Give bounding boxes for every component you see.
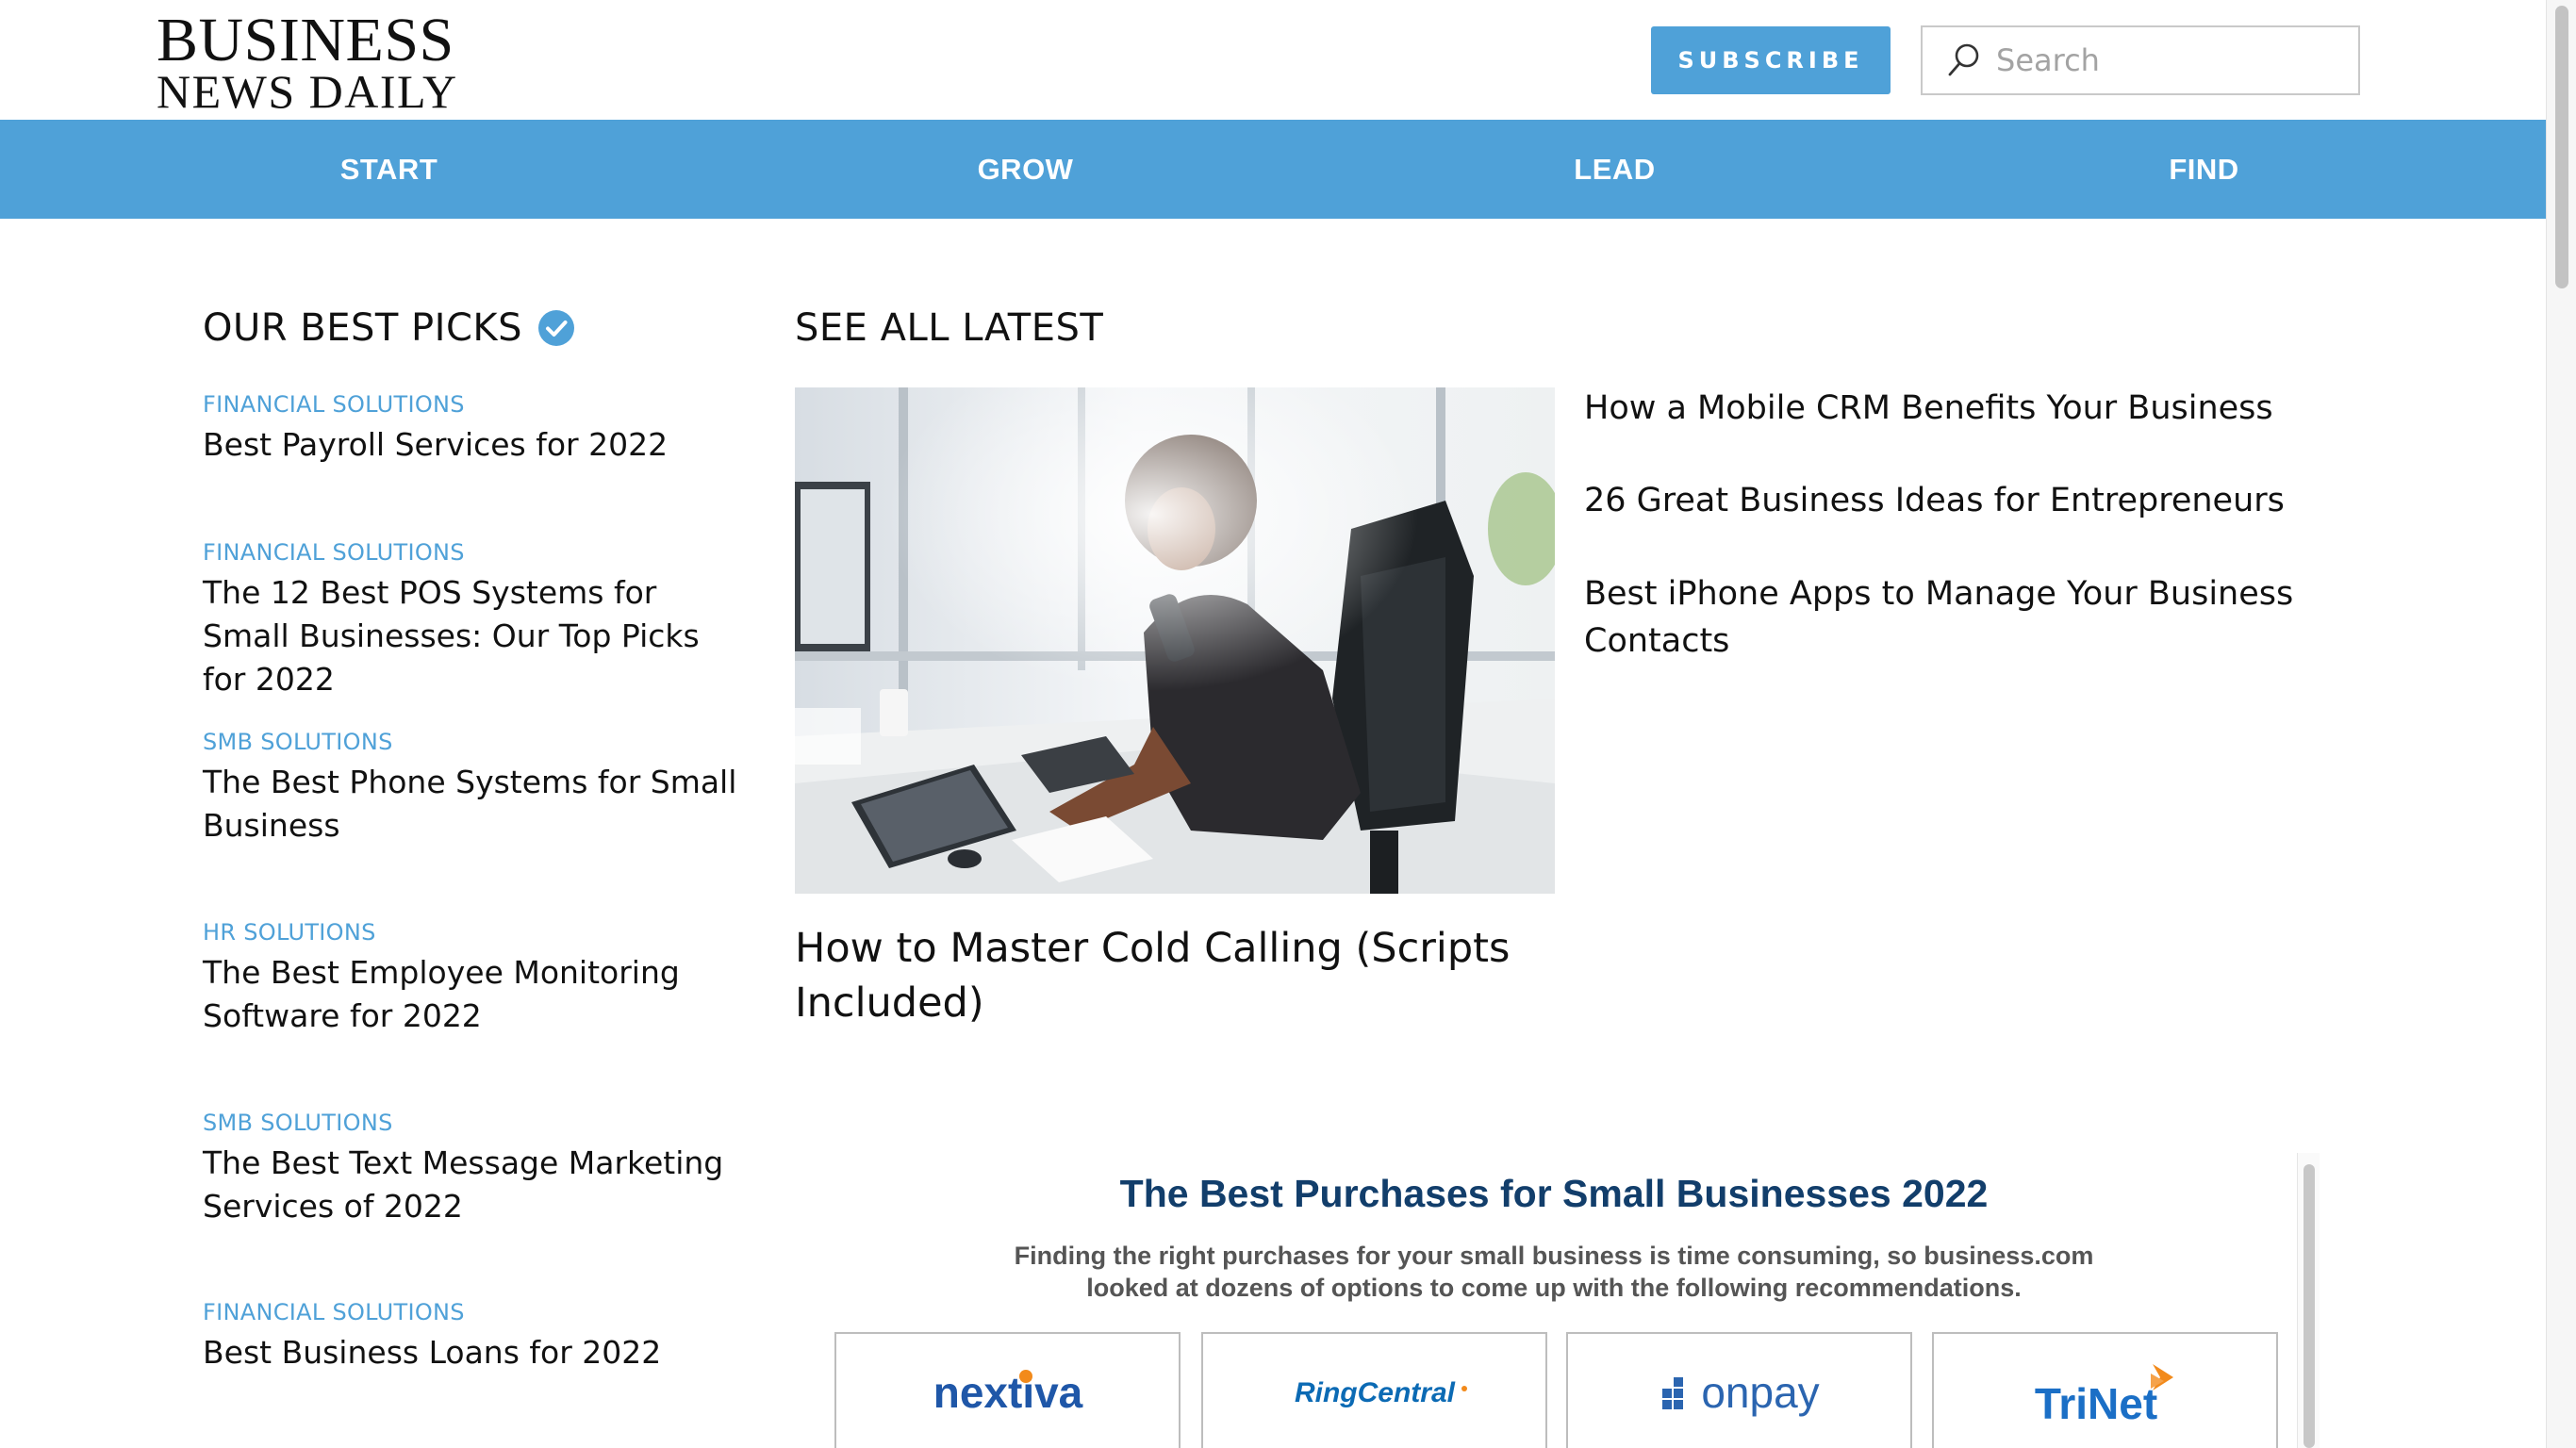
logo-line-2: NEWS DAILY	[157, 65, 458, 118]
widget-scrollbar-thumb[interactable]	[2304, 1164, 2315, 1448]
onpay-logo-text: onpay	[1701, 1368, 1819, 1417]
verified-check-icon	[538, 310, 574, 346]
pick-item[interactable]: SMB SOLUTIONS The Best Text Message Mark…	[203, 1108, 750, 1228]
widget-subtitle-line-2: looked at dozens of options to come up w…	[1086, 1274, 2022, 1302]
nav-item-lead[interactable]: LEAD	[1320, 120, 1909, 219]
search-box[interactable]	[1921, 25, 2360, 95]
latest-article-link[interactable]: Best iPhone Apps to Manage Your Business…	[1584, 570, 2320, 665]
pick-category[interactable]: HR SOLUTIONS	[203, 917, 750, 947]
site-logo[interactable]: BUSINESS NEWS DAILY	[157, 6, 458, 118]
nav-item-find[interactable]: FIND	[1909, 120, 2546, 219]
pick-category[interactable]: SMB SOLUTIONS	[203, 1108, 750, 1138]
trinet-logo-text: TriNet	[2034, 1379, 2156, 1428]
nextiva-logo-text: nextiva	[933, 1368, 1082, 1417]
site-header: BUSINESS NEWS DAILY SUBSCRIBE	[0, 0, 2546, 120]
latest-section-heading[interactable]: SEE ALL LATEST	[795, 306, 1103, 350]
pick-title-link[interactable]: Best Business Loans for 2022	[203, 1331, 750, 1374]
logo-line-1: BUSINESS	[157, 6, 454, 74]
widget-subtitle: Finding the right purchases for your sma…	[983, 1240, 2124, 1304]
nav-item-start[interactable]: START	[0, 120, 684, 219]
widget-subtitle-line-1: Finding the right purchases for your sma…	[1014, 1242, 2094, 1270]
subscribe-button[interactable]: SUBSCRIBE	[1651, 26, 1891, 94]
office-photo-illustration	[795, 387, 1555, 894]
ringcentral-logo: RingCentral	[1294, 1377, 1467, 1408]
featured-article-title[interactable]: How to Master Cold Calling (Scripts Incl…	[795, 921, 1568, 1030]
best-picks-section: OUR BEST PICKS FINANCIAL SOLUTIONS Best …	[203, 306, 768, 1371]
nav-item-grow[interactable]: GROW	[684, 120, 1320, 219]
pick-title-link[interactable]: The 12 Best POS Systems for Small Busine…	[203, 571, 750, 701]
vendor-card-trinet[interactable]: TriNet	[1932, 1332, 2278, 1448]
pick-title-link[interactable]: The Best Employee Monitoring Software fo…	[203, 951, 750, 1038]
main-nav: START GROW LEAD FIND	[0, 120, 2546, 219]
pick-title-link[interactable]: The Best Phone Systems for Small Busines…	[203, 761, 750, 847]
best-picks-heading: OUR BEST PICKS	[203, 306, 768, 350]
widget-title: The Best Purchases for Small Businesses …	[1119, 1172, 1989, 1215]
pick-title-link[interactable]: The Best Text Message Marketing Services…	[203, 1142, 750, 1228]
pick-item[interactable]: FINANCIAL SOLUTIONS The 12 Best POS Syst…	[203, 537, 750, 701]
pick-title-link[interactable]: Best Payroll Services for 2022	[203, 423, 668, 467]
best-picks-title: OUR BEST PICKS	[203, 306, 522, 350]
search-icon	[1948, 43, 1979, 76]
pick-item[interactable]: FINANCIAL SOLUTIONS Best Payroll Service…	[203, 389, 668, 467]
vendor-card-onpay[interactable]: onpay	[1566, 1332, 1912, 1448]
pick-item[interactable]: SMB SOLUTIONS The Best Phone Systems for…	[203, 727, 750, 847]
pick-item[interactable]: FINANCIAL SOLUTIONS Best Business Loans …	[203, 1297, 750, 1374]
featured-article-image[interactable]	[795, 387, 1555, 894]
latest-title[interactable]: SEE ALL LATEST	[795, 306, 1103, 350]
latest-article-link[interactable]: How a Mobile CRM Benefits Your Business	[1584, 385, 2338, 432]
vendor-card-nextiva[interactable]: nextiva	[834, 1332, 1181, 1448]
pick-category[interactable]: FINANCIAL SOLUTIONS	[203, 1297, 750, 1327]
vendor-card-ringcentral[interactable]: RingCentral	[1201, 1332, 1547, 1448]
pick-category[interactable]: SMB SOLUTIONS	[203, 727, 750, 757]
ringcentral-logo-text: RingCentral	[1294, 1377, 1455, 1408]
latest-article-link[interactable]: 26 Great Business Ideas for Entrepreneur…	[1584, 477, 2338, 524]
page-scrollbar-thumb[interactable]	[2555, 6, 2568, 288]
onpay-logo: onpay	[1661, 1368, 1819, 1417]
pick-item[interactable]: HR SOLUTIONS The Best Employee Monitorin…	[203, 917, 750, 1038]
best-purchases-widget: The Best Purchases for Small Businesses …	[795, 1153, 2322, 1448]
nextiva-logo: nextiva	[933, 1368, 1082, 1417]
pick-category[interactable]: FINANCIAL SOLUTIONS	[203, 389, 668, 420]
trinet-logo: TriNet	[2034, 1364, 2173, 1428]
pick-category[interactable]: FINANCIAL SOLUTIONS	[203, 537, 750, 568]
search-input[interactable]	[1996, 42, 2336, 78]
